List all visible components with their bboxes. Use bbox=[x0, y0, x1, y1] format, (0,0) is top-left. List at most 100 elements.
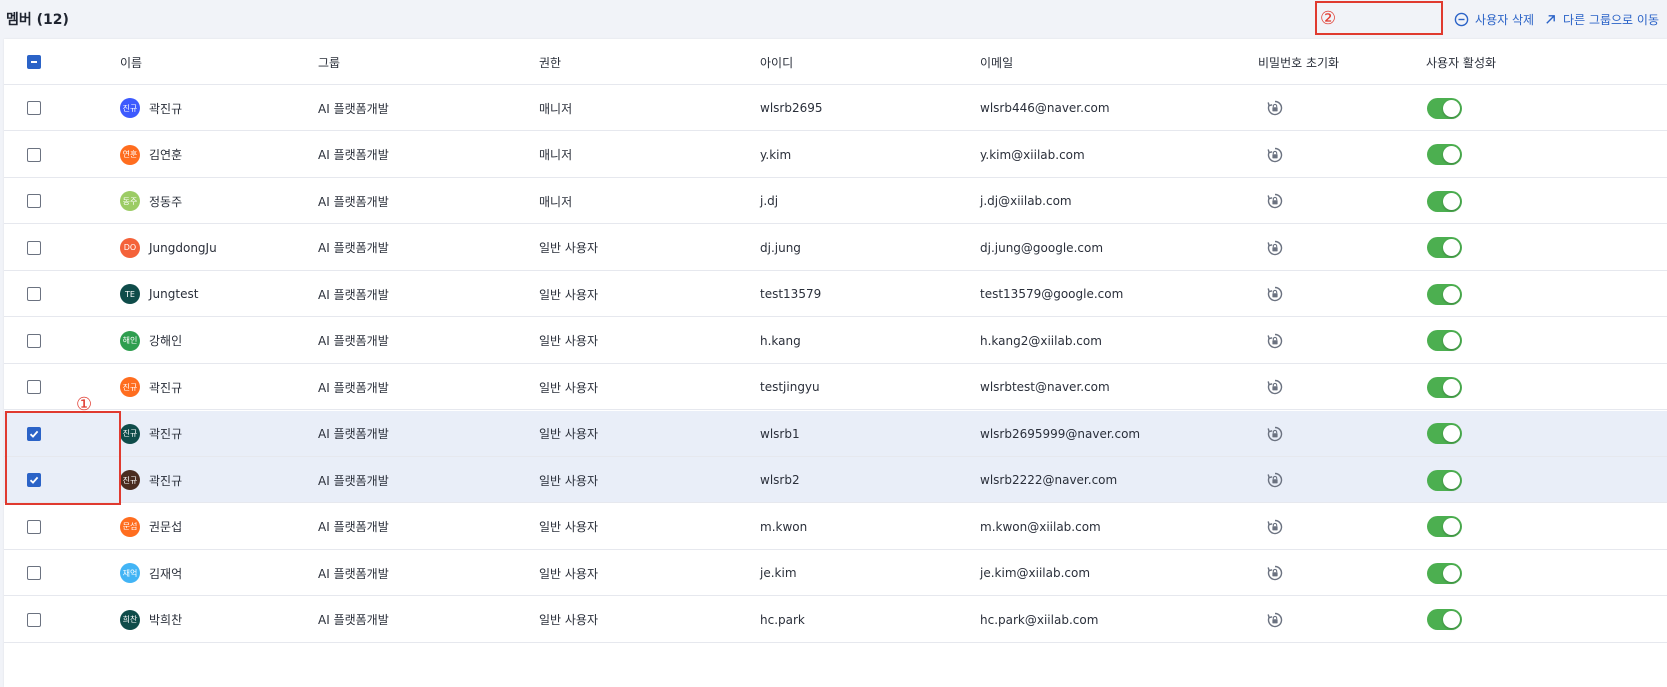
password-reset-button[interactable] bbox=[1266, 132, 1284, 178]
cell-name: 동주 정동주 bbox=[120, 178, 182, 224]
cell-name: 진규 곽진규 bbox=[120, 85, 182, 131]
cell-email: m.kwon@xiilab.com bbox=[980, 519, 1101, 534]
cell-name: 재억 김재억 bbox=[120, 550, 182, 596]
cell-id: y.kim bbox=[760, 147, 792, 162]
toggle-knob bbox=[1443, 285, 1460, 303]
cell-role: 일반 사용자 bbox=[539, 473, 599, 488]
row-checkbox[interactable] bbox=[27, 519, 41, 534]
user-active-toggle[interactable] bbox=[1427, 376, 1462, 398]
table-row[interactable]: 진규 곽진규 AI 플랫폼개발 일반 사용자 wlsrb1 wlsrb2695999@na… bbox=[4, 410, 1667, 457]
password-reset-button[interactable] bbox=[1266, 411, 1284, 457]
table-row[interactable]: 동주 정동주 AI 플랫폼개발 매니저 j.dj j.dj@xiilab.com bbox=[4, 178, 1667, 224]
row-checkbox[interactable] bbox=[27, 240, 41, 255]
row-checkbox[interactable] bbox=[27, 612, 41, 627]
row-checkbox[interactable] bbox=[27, 566, 41, 580]
user-active-toggle[interactable] bbox=[1427, 283, 1462, 305]
row-checkbox[interactable] bbox=[27, 147, 41, 162]
avatar: 해인 bbox=[120, 330, 140, 351]
row-checkbox[interactable] bbox=[27, 287, 41, 301]
column-header-id[interactable]: 아이디 bbox=[760, 39, 793, 85]
cell-email: test13579@google.com bbox=[980, 287, 1124, 301]
user-active-toggle[interactable] bbox=[1427, 562, 1462, 584]
cell-id: hc.park bbox=[760, 612, 805, 627]
user-active-toggle[interactable] bbox=[1427, 469, 1462, 491]
cell-id: wlsrb2 bbox=[760, 473, 800, 487]
cell-role: 일반 사용자 bbox=[539, 427, 599, 441]
cell-email: je.kim@xiilab.com bbox=[980, 566, 1091, 580]
password-reset-button[interactable] bbox=[1266, 318, 1284, 364]
delete-user-button[interactable]: 사용자 삭제 bbox=[1454, 11, 1534, 28]
password-reset-button[interactable] bbox=[1266, 457, 1284, 503]
password-reset-button[interactable] bbox=[1266, 271, 1284, 317]
cell-role: 매니저 bbox=[539, 148, 573, 162]
cell-group: AI 플랫폼개발 bbox=[318, 194, 389, 209]
user-active-toggle[interactable] bbox=[1427, 237, 1462, 258]
cell-role: 일반 사용자 bbox=[539, 287, 599, 302]
user-active-toggle[interactable] bbox=[1427, 423, 1462, 444]
password-reset-button[interactable] bbox=[1266, 597, 1284, 643]
avatar: 동주 bbox=[120, 191, 140, 211]
toggle-knob bbox=[1443, 192, 1460, 210]
table-row[interactable]: 희찬 박희찬 AI 플랫폼개발 일반 사용자 hc.park hc.park@xiilab… bbox=[4, 597, 1667, 643]
active-toggle-cell bbox=[1427, 411, 1462, 457]
select-all-cell bbox=[27, 39, 41, 85]
user-name: 곽진규 bbox=[149, 473, 183, 488]
toggle-knob bbox=[1443, 471, 1460, 489]
select-all-checkbox[interactable] bbox=[27, 55, 41, 69]
user-active-toggle[interactable] bbox=[1427, 190, 1462, 212]
password-reset-button[interactable] bbox=[1266, 178, 1284, 224]
table-row[interactable]: DO JungdongJu AI 플랫폼개발 일반 사용자 dj.jung dj.jung… bbox=[4, 225, 1667, 271]
user-active-toggle[interactable] bbox=[1427, 144, 1462, 165]
toggle-knob bbox=[1443, 99, 1460, 117]
user-active-toggle[interactable] bbox=[1427, 516, 1462, 537]
annotation-number-two: ② bbox=[1320, 8, 1337, 29]
column-header-name[interactable]: 이름 bbox=[120, 39, 142, 85]
table-row[interactable]: 해인 강해인 AI 플랫폼개발 일반 사용자 h.kang h.kang2@xiilab.… bbox=[4, 318, 1667, 364]
cell-role: 일반 사용자 bbox=[539, 334, 599, 348]
table-row[interactable]: 진규 곽진규 AI 플랫폼개발 일반 사용자 testjingyu wlsrbtest@n… bbox=[4, 364, 1667, 410]
table-row[interactable]: 문섭 권문섭 AI 플랫폼개발 일반 사용자 m.kwon m.kwon@xiilab.c… bbox=[4, 504, 1667, 550]
row-checkbox-cell bbox=[27, 225, 41, 271]
table-row[interactable]: TE Jungtest AI 플랫폼개발 일반 사용자 test13579 test135… bbox=[4, 271, 1667, 317]
password-reset-button[interactable] bbox=[1266, 225, 1284, 271]
password-reset-button[interactable] bbox=[1266, 504, 1284, 550]
password-reset-button[interactable] bbox=[1266, 550, 1284, 596]
lock-reset-icon bbox=[1267, 379, 1283, 395]
cell-name: DO JungdongJu bbox=[120, 225, 217, 271]
cell-role: 일반 사용자 bbox=[539, 241, 599, 255]
arrow-up-right-icon bbox=[1546, 14, 1555, 24]
password-reset-button[interactable] bbox=[1266, 364, 1284, 410]
user-name: 곽진규 bbox=[149, 101, 183, 116]
row-checkbox[interactable] bbox=[27, 333, 41, 348]
row-checkbox[interactable] bbox=[27, 101, 41, 115]
lock-reset-icon bbox=[1267, 240, 1283, 255]
column-header-role[interactable]: 권한 bbox=[539, 39, 561, 85]
user-active-toggle[interactable] bbox=[1427, 97, 1462, 119]
column-header-group[interactable]: 그룹 bbox=[318, 39, 340, 85]
avatar: 진규 bbox=[120, 98, 140, 118]
password-reset-button[interactable] bbox=[1266, 85, 1284, 131]
cell-role: 일반 사용자 bbox=[539, 613, 599, 627]
move-group-button[interactable]: 다른 그룹으로 이동 bbox=[1544, 11, 1659, 28]
row-checkbox[interactable] bbox=[27, 194, 41, 208]
active-toggle-cell bbox=[1427, 225, 1462, 271]
user-active-toggle[interactable] bbox=[1427, 330, 1462, 351]
table-row[interactable]: 진규 곽진규 AI 플랫폼개발 매니저 wlsrb2695 wlsrb446@naver.… bbox=[4, 85, 1667, 131]
user-name: 강해인 bbox=[149, 334, 183, 348]
cell-name: 문섭 권문섭 bbox=[120, 504, 182, 550]
annotation-box-checkboxes bbox=[5, 411, 121, 505]
user-active-toggle[interactable] bbox=[1427, 609, 1462, 630]
cell-id: dj.jung bbox=[760, 240, 801, 255]
lock-reset-icon bbox=[1267, 333, 1283, 348]
column-header-email[interactable]: 이메일 bbox=[980, 39, 1013, 85]
row-checkbox[interactable] bbox=[27, 380, 41, 394]
table-row[interactable]: 진규 곽진규 AI 플랫폼개발 일반 사용자 wlsrb2 wlsrb2222@naver… bbox=[4, 457, 1667, 503]
lock-reset-icon bbox=[1267, 519, 1283, 534]
lock-reset-icon bbox=[1267, 193, 1283, 209]
toggle-knob bbox=[1443, 611, 1460, 628]
table-row[interactable]: 재억 김재억 AI 플랫폼개발 일반 사용자 je.kim je.kim@xiilab.c… bbox=[4, 550, 1667, 596]
user-name: 곽진규 bbox=[149, 380, 183, 395]
row-checkbox-cell bbox=[27, 597, 41, 643]
table-row[interactable]: 연훈 김연훈 AI 플랫폼개발 매니저 y.kim y.kim@xiilab.com bbox=[4, 132, 1667, 178]
cell-group: AI 플랫폼개발 bbox=[318, 380, 389, 395]
